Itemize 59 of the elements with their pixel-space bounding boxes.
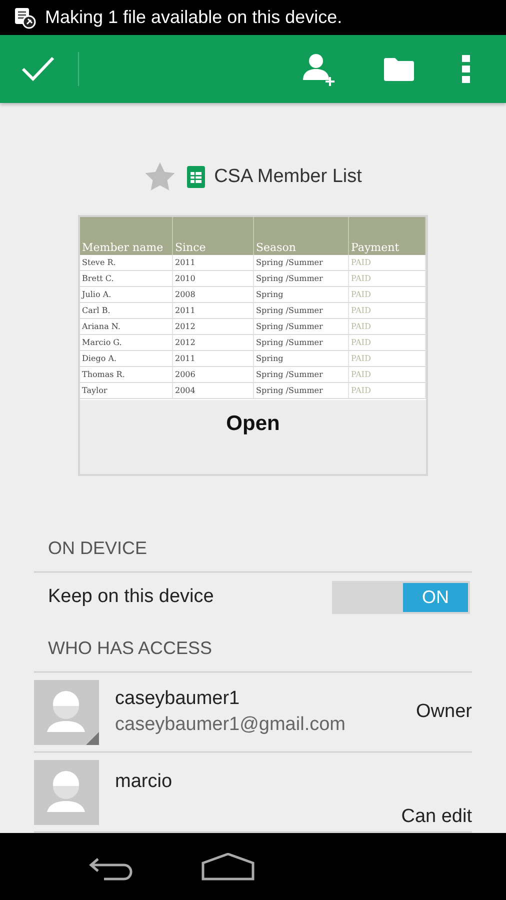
table-cell: PAID: [348, 334, 426, 350]
table-cell: 2011: [172, 350, 254, 366]
table-cell: Spring /Summer: [254, 334, 348, 350]
column-header: Since: [172, 217, 254, 255]
table-cell: Taylor: [80, 382, 172, 398]
table-cell: PAID: [348, 255, 426, 270]
file-title: CSA Member List: [214, 166, 362, 188]
person-name: caseybaumer1: [115, 688, 241, 710]
setting-label: Keep on this device: [48, 586, 214, 608]
table-cell: Spring /Summer: [254, 382, 348, 398]
table-cell: Spring: [254, 286, 348, 302]
table-cell: PAID: [348, 382, 426, 398]
table-cell: 2008: [172, 286, 254, 302]
section-heading: ON DEVICE: [34, 536, 472, 573]
table-cell: PAID: [348, 302, 426, 318]
table-cell: Spring /Summer: [254, 302, 348, 318]
spreadsheet-icon: [187, 166, 206, 188]
table-cell: Spring /Summer: [254, 318, 348, 334]
table-cell: PAID: [348, 318, 426, 334]
table-cell: 2011: [172, 255, 254, 270]
table-cell: Carl B.: [80, 302, 172, 318]
table-cell: 2006: [172, 366, 254, 382]
person-name: marcio: [115, 771, 174, 793]
table-cell: Marcio G.: [80, 334, 172, 350]
table-cell: Thomas R.: [80, 366, 172, 382]
table-cell: Spring: [254, 350, 348, 366]
folder-icon[interactable]: [384, 57, 414, 81]
notification-text: Making 1 file available on this device.: [45, 7, 342, 28]
done-button[interactable]: [20, 54, 56, 84]
access-role[interactable]: Owner: [416, 701, 472, 723]
person-email: caseybaumer1@gmail.com: [115, 714, 346, 736]
table-cell: Spring /Summer: [254, 255, 348, 270]
section-heading: WHO HAS ACCESS: [34, 636, 472, 673]
table-cell: Brett C.: [80, 270, 172, 286]
table-cell: PAID: [348, 286, 426, 302]
open-button[interactable]: Open: [226, 412, 280, 438]
table-cell: PAID: [348, 270, 426, 286]
access-role[interactable]: Can edit: [401, 806, 472, 828]
table-cell: PAID: [348, 350, 426, 366]
table-cell: 2004: [172, 382, 254, 398]
table-cell: Steve R.: [80, 255, 172, 270]
table-cell: 2012: [172, 318, 254, 334]
offline-file-icon: [13, 6, 37, 30]
table-cell: 2010: [172, 270, 254, 286]
table-cell: Spring /Summer: [254, 366, 348, 382]
column-header: Member name: [80, 217, 172, 255]
star-icon[interactable]: [144, 161, 176, 193]
table-cell: 2012: [172, 334, 254, 350]
table-cell: Spring /Summer: [254, 270, 348, 286]
column-header: Payment: [348, 217, 426, 255]
table-cell: Diego A.: [80, 350, 172, 366]
table-cell: 2011: [172, 302, 254, 318]
home-icon[interactable]: [201, 852, 255, 880]
overflow-menu-icon[interactable]: [462, 55, 470, 83]
column-header: Season: [254, 217, 348, 255]
document-preview[interactable]: [78, 215, 428, 476]
table-cell: PAID: [348, 366, 426, 382]
table-cell: Julio A.: [80, 286, 172, 302]
table-cell: Ariana N.: [80, 318, 172, 334]
